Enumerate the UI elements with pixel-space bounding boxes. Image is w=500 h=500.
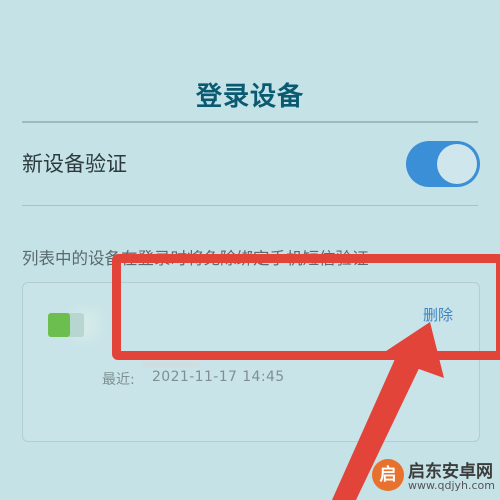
annotation-highlight-box — [112, 254, 500, 360]
title-divider — [22, 121, 478, 123]
new-device-verify-toggle[interactable] — [406, 141, 480, 187]
recent-login-time: 2021-11-17 14:45 — [152, 369, 285, 385]
login-devices-screen: 登录设备 新设备验证 列表中的设备在登录时将免除绑定手机短信验证 最近: 202… — [0, 0, 500, 500]
page-title: 登录设备 — [195, 82, 304, 112]
recent-login-label: 最近: — [102, 372, 135, 388]
site-watermark: 启 启东安卓网 www.qdjyh.com — [372, 457, 498, 497]
section-divider — [22, 205, 478, 206]
watermark-url: www.qdjyh.com — [408, 479, 495, 492]
new-device-verify-label: 新设备验证 — [22, 152, 127, 176]
watermark-logo-icon: 启 — [372, 459, 404, 491]
device-name-redacted — [142, 361, 200, 368]
toggle-knob — [437, 144, 477, 184]
device-icon — [48, 313, 70, 337]
